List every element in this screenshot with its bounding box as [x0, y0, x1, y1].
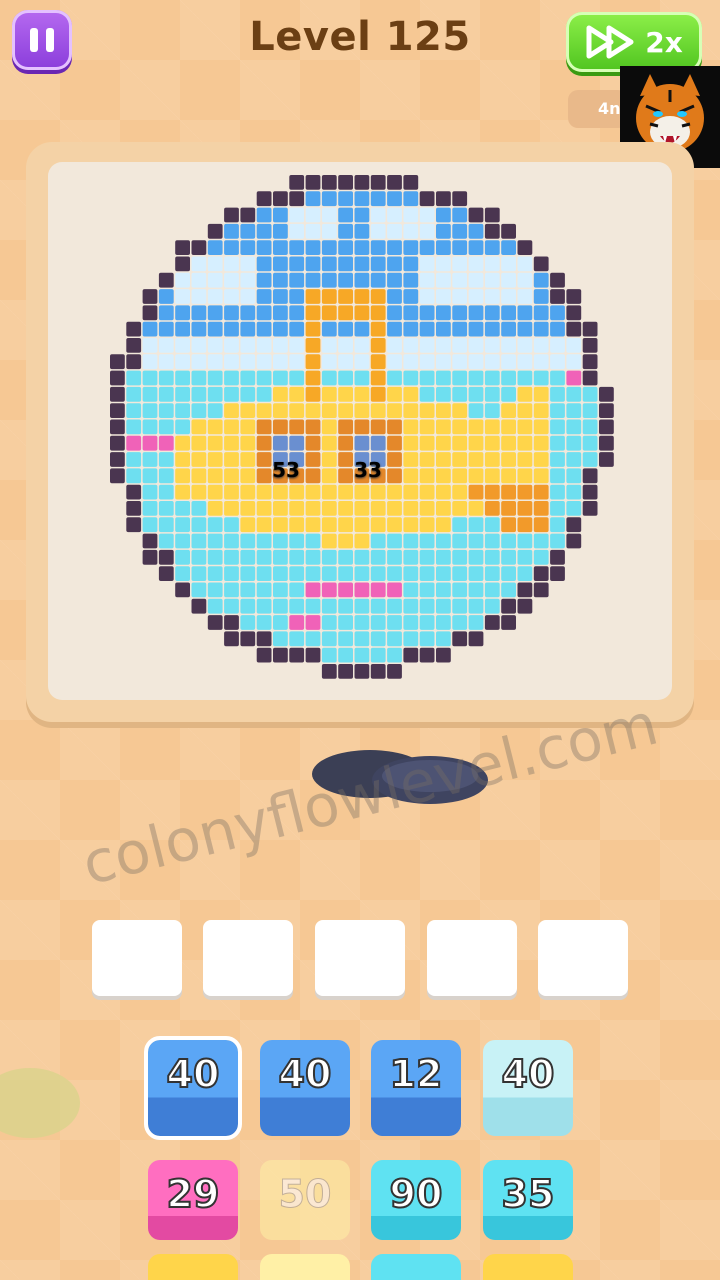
number-block[interactable]: 40 [260, 1040, 350, 1136]
number-block[interactable]: 35 [483, 1160, 573, 1240]
speed-label: 2x [645, 25, 683, 59]
number-block[interactable]: 50 [260, 1160, 350, 1240]
number-block[interactable]: 40 [483, 1040, 573, 1136]
slot[interactable] [538, 920, 628, 996]
pause-icon [30, 28, 38, 52]
number-block[interactable] [371, 1254, 461, 1280]
number-block[interactable] [483, 1254, 573, 1280]
fast-forward-icon [586, 25, 634, 59]
number-block[interactable]: 29 [148, 1160, 238, 1240]
number-block[interactable] [260, 1254, 350, 1280]
moves-chip: 4n [568, 90, 628, 128]
board-canvas [48, 162, 672, 700]
number-block[interactable]: 90 [371, 1160, 461, 1240]
slot[interactable] [203, 920, 293, 996]
slot[interactable] [427, 920, 517, 996]
number-block[interactable] [148, 1254, 238, 1280]
number-block[interactable]: 40 [144, 1036, 242, 1140]
speed-button[interactable]: 2x [566, 12, 702, 72]
pause-button[interactable] [12, 10, 72, 70]
side-decoration [0, 1068, 80, 1138]
level-title: Level 125 [249, 14, 471, 60]
slot[interactable] [315, 920, 405, 996]
slot[interactable] [92, 920, 182, 996]
number-block[interactable]: 12 [371, 1040, 461, 1136]
